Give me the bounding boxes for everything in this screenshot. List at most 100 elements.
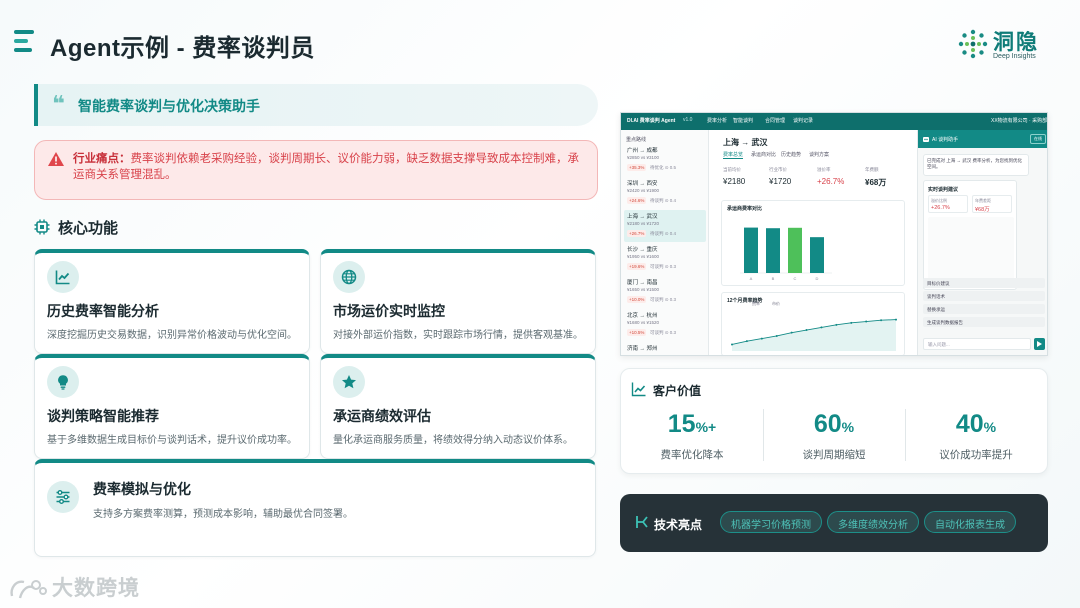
logo: 洞隐 Deep Insights [957,26,1047,66]
kpi-value: +26.7% [817,177,845,186]
subtitle-bar: ❝ 智能费率谈判与优化决策助手 [34,84,598,126]
feature-title: 市场运价实时监控 [333,303,445,319]
kpi-value: ¥68万 [865,178,887,187]
app-nav-item[interactable]: 谈判记录 [793,117,813,124]
stat-label: 费率优化降本 [660,449,724,461]
route-item-selected[interactable]: 上海 → 武汉 ¥2180 vs ¥1720 +26.7% 待谈判 ⊙ 0.4 [624,210,706,242]
robot-icon [923,137,929,142]
feature-card: 市场运价实时监控 对接外部运价指数，实时跟踪市场行情，提供客观基准。 [320,249,596,354]
trend-point [865,320,868,323]
assistant-input[interactable]: 输入问题... [923,338,1031,350]
quick-option[interactable]: 谈判话术 [923,291,1045,301]
bar-tick-label: B [772,276,775,281]
app-version: v1.0 [683,117,693,123]
kpi: 当前均价 ¥2180 [723,167,771,199]
route-price: ¥2850 vs ¥3100 [627,155,660,160]
core-functions-title: 核心功能 [58,220,119,237]
logo-subtext: Deep Insights [993,53,1036,60]
route-pct-badge: +10.0% [627,296,647,303]
stat-number: 60 [813,410,842,438]
tech-tag: 自动化报表生成 [924,511,1016,533]
kpi-label: 年费额 [865,167,879,172]
logo-mark-icon [958,29,988,59]
assistant-title: AI 谈判助手 [932,137,959,143]
route-item[interactable]: 济南 → 郑州 [624,342,706,355]
feature-card-wide: 费率模拟与优化 支持多方案费率测算，预测成本影响，辅助最优合同签署。 [34,459,596,557]
app-topbar: DI.AI 费率谈判 Agent v1.0 费率分析 智能谈判 合同管理 谈判记… [621,113,1047,130]
route-item[interactable]: 广州 → 成都 ¥2850 vs ¥3100 +35.3% 待优化 ⊙ 0.5 [624,144,706,176]
route-item[interactable]: 长沙 → 重庆 ¥1950 vs ¥1600 +19.6% 可谈判 ⊙ 0.3 [624,243,706,275]
quick-option[interactable]: 目标价建议 [923,278,1045,288]
route-pct-badge: +24.6% [627,197,647,204]
value-stat: 60% 谈判周期缩短 [763,409,905,462]
app-title: DI.AI 费率谈判 Agent [627,118,676,124]
kpi: 行业市价 ¥1720 [769,167,817,199]
trend-point [790,331,793,334]
quick-option[interactable]: 替换承运 [923,304,1045,314]
bar-D [810,237,824,273]
warning-icon [48,152,64,166]
tech-tag: 机器学习价格预测 [720,511,822,533]
customer-value-title: 客户价值 [653,384,702,398]
send-button[interactable] [1034,338,1045,350]
tab-history[interactable]: 历史趋势 [781,151,801,158]
kpi-value: ¥1720 [769,177,792,186]
route-name: 广州 → 成都 [627,148,658,154]
metric-value: +26.7% [931,205,950,211]
bar-chart-title: 承运商费率对比 [727,206,763,212]
trend-point [731,343,733,346]
app-nav-item[interactable]: 智能谈判 [733,117,753,124]
tab-carrier-compare[interactable]: 承运商对比 [751,151,776,158]
quick-option[interactable]: 生成谈判数据报告 [923,317,1045,327]
main-panel: 上海 → 武汉 费率总览 承运商对比 历史趋势 谈判方案 当前均价 ¥2180 … [711,130,917,355]
feature-desc: 基于多维数据生成目标价与谈判话术，提升议价成功率。 [47,435,297,446]
pain-point-box: 行业痛点：费率谈判依赖老采购经验，谈判周期长、议价能力弱，缺乏数据支撑导致成本控… [34,140,598,200]
bar-chart-card: 承运商费率对比 A B C D [721,200,905,286]
globe-icon [333,261,365,293]
route-price: ¥1950 vs ¥1600 [627,254,660,259]
app-nav-item[interactable]: 合同管理 [765,117,785,124]
suggestion-metric: 年费差距 ¥68万 [972,195,1012,213]
trend-chart [731,318,897,351]
sidebar-caption: 重点路线 [626,137,647,143]
trend-point [760,337,763,340]
kpi-label: 行业市价 [769,167,787,172]
trend-point [805,329,808,332]
kpi-label: 当前均价 [723,167,741,172]
kpi: 年费额 ¥68万 [865,167,913,199]
bar-tick-label: D [816,276,819,281]
route-item[interactable]: 深圳 → 西安 ¥2420 vs ¥1900 +24.6% 待谈判 ⊙ 0.4 [624,177,706,209]
tab-overview[interactable]: 费率总览 [723,151,744,159]
send-icon [1037,341,1042,347]
route-item[interactable]: 厦门 → 南昌 ¥1650 vs ¥1500 +10.0% 可谈判 ⊙ 0.3 [624,276,706,308]
route-title: 上海 → 武汉 [723,138,768,147]
watermark: 大数跨境 [8,572,140,602]
route-price: ¥2420 vs ¥1900 [627,188,660,193]
value-stat: 15%+ 费率优化降本 [621,409,763,462]
feature-card: 承运商绩效评估 量化承运商服务质量，将绩效得分纳入动态议价体系。 [320,354,596,459]
trend-point [775,334,778,337]
tech-highlights-bar: 技术亮点 机器学习价格预测 多维度绩效分析 自动化报表生成 [620,494,1048,552]
chip-icon [34,219,50,235]
bar-B [766,228,780,273]
trend-point [835,323,838,326]
branch-icon [636,516,648,528]
bar-chart: A B C D [740,227,832,281]
route-status: 待谈判 ⊙ 0.4 [650,231,677,236]
feature-desc: 深度挖掘历史交易数据，识别异常价格波动与优化空间。 [47,330,297,341]
route-name: 长沙 → 重庆 [627,247,658,253]
route-item[interactable]: 北京 → 杭州 ¥1680 vs ¥1520 +10.5% 可谈判 ⊙ 0.3 [624,309,706,341]
assistant-panel: AI 谈判助手 在线 已完成对 上海 → 武汉 费率分析，为您找到优化空间。 实… [917,130,1047,355]
menu-icon [14,30,34,58]
route-price: ¥1650 vs ¥1500 [627,287,660,292]
app-nav-item[interactable]: 费率分析 [707,117,727,124]
watermark-logo-icon [10,580,47,599]
bar-A [744,227,758,273]
route-name: 上海 → 武汉 [627,214,658,220]
route-name: 厦门 → 南昌 [627,280,658,286]
feature-title: 谈判策略智能推荐 [47,408,159,424]
assistant-message: 已完成对 上海 → 武汉 费率分析，为您找到优化空间。 [923,154,1029,176]
route-name: 深圳 → 西安 [627,181,658,187]
tab-plan[interactable]: 谈判方案 [809,151,829,158]
subtitle-text: 智能费率谈判与优化决策助手 [78,98,260,114]
